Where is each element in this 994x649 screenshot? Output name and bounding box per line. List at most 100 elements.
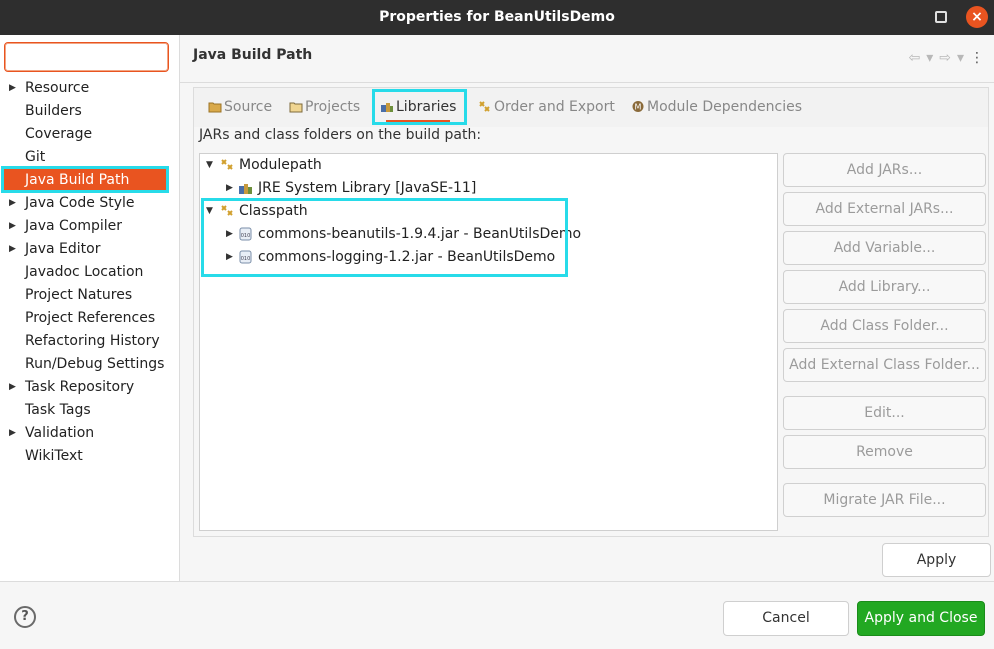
sidebar-item-java-build-path[interactable]: Java Build Path <box>4 169 168 192</box>
expand-arrow-icon[interactable]: ▶ <box>226 246 236 268</box>
sidebar-item-label: Builders <box>25 103 82 119</box>
sidebar-item-label: Task Repository <box>25 379 135 395</box>
expand-arrow-icon[interactable]: ▶ <box>226 177 236 199</box>
tab-label: Projects <box>305 99 361 115</box>
migrate-jar-button[interactable]: Migrate JAR File... <box>783 483 986 517</box>
tree-node-jar[interactable]: ▶ 010 commons-beanutils-1.9.4.jar - Bean… <box>200 223 775 245</box>
sidebar-item-label: Refactoring History <box>25 333 160 349</box>
tree-node-label: JRE System Library [JavaSE-11] <box>258 180 477 196</box>
add-external-jars-button[interactable]: Add External JARs... <box>783 192 986 226</box>
close-button[interactable]: × <box>966 6 988 28</box>
jar-icon: 010 <box>239 227 252 241</box>
tree-node-jar[interactable]: ▶ 010 commons-logging-1.2.jar - BeanUtil… <box>200 246 775 268</box>
forward-menu-chevron-icon[interactable]: ▾ <box>957 50 964 66</box>
edit-button[interactable]: Edit... <box>783 396 986 430</box>
back-menu-chevron-icon[interactable]: ▾ <box>926 50 933 66</box>
svg-text:010: 010 <box>241 256 251 262</box>
sidebar-item-label: Task Tags <box>25 402 91 418</box>
sidebar-item-resource[interactable]: ▶ Resource <box>0 77 180 100</box>
sidebar-item-validation[interactable]: ▶ Validation <box>0 422 180 445</box>
tab-label: Module Dependencies <box>647 99 802 115</box>
expand-arrow-icon[interactable]: ▶ <box>9 376 16 399</box>
sidebar-item-task-tags[interactable]: Task Tags <box>0 399 180 422</box>
sidebar-item-run-debug-settings[interactable]: Run/Debug Settings <box>0 353 180 376</box>
expand-arrow-icon[interactable]: ▶ <box>9 77 16 100</box>
modulepath-icon <box>221 159 233 170</box>
add-library-button[interactable]: Add Library... <box>783 270 986 304</box>
tab-source[interactable]: Source <box>208 93 272 121</box>
apply-button[interactable]: Apply <box>882 543 991 577</box>
sidebar-item-label: Java Build Path <box>25 172 130 188</box>
tab-module-dependencies[interactable]: M Module Dependencies <box>631 93 802 121</box>
collapse-arrow-icon[interactable]: ▼ <box>206 200 216 222</box>
forward-arrow-icon[interactable]: ⇨ <box>939 50 951 66</box>
sidebar-item-label: Resource <box>25 80 90 96</box>
tree-node-classpath[interactable]: ▼ Classpath <box>200 200 775 222</box>
sidebar-item-label: Project Natures <box>25 287 133 303</box>
sidebar-item-git[interactable]: Git <box>0 146 180 169</box>
jar-icon: 010 <box>239 250 252 264</box>
expand-arrow-icon[interactable]: ▶ <box>226 223 236 245</box>
back-arrow-icon[interactable]: ⇦ <box>908 50 920 66</box>
sidebar-item-task-repository[interactable]: ▶ Task Repository <box>0 376 180 399</box>
tab-label: Libraries <box>396 99 457 115</box>
sidebar-item-label: WikiText <box>25 448 83 464</box>
sidebar-item-label: Java Editor <box>25 241 101 257</box>
sidebar-item-label: Java Code Style <box>25 195 135 211</box>
sidebar-item-label: Coverage <box>25 126 93 142</box>
cancel-button[interactable]: Cancel <box>723 601 849 636</box>
tab-order-and-export[interactable]: Order and Export <box>478 93 615 121</box>
sidebar-item-java-compiler[interactable]: ▶ Java Compiler <box>0 215 180 238</box>
maximize-button[interactable] <box>935 11 947 23</box>
filter-input[interactable] <box>4 42 169 72</box>
svg-text:M: M <box>635 103 642 112</box>
module-icon: M <box>632 101 644 112</box>
sidebar-item-label: Java Compiler <box>25 218 123 234</box>
tab-label: Order and Export <box>494 99 615 115</box>
add-variable-button[interactable]: Add Variable... <box>783 231 986 265</box>
sidebar-item-java-editor[interactable]: ▶ Java Editor <box>0 238 180 261</box>
collapse-arrow-icon[interactable]: ▼ <box>206 154 216 176</box>
expand-arrow-icon[interactable]: ▶ <box>9 215 16 238</box>
build-path-caption: JARs and class folders on the build path… <box>199 127 482 143</box>
sidebar-item-refactoring-history[interactable]: Refactoring History <box>0 330 180 353</box>
tab-projects[interactable]: Projects <box>289 93 360 121</box>
sidebar-item-label: Git <box>25 149 46 165</box>
tree-node-label: commons-beanutils-1.9.4.jar - BeanUtilsD… <box>258 226 582 242</box>
history-navigation: ⇦ ▾ ⇨ ▾ ⋮ <box>908 50 984 66</box>
help-icon[interactable]: ? <box>14 606 36 628</box>
libraries-icon <box>381 103 393 112</box>
add-jars-button[interactable]: Add JARs... <box>783 153 986 187</box>
expand-arrow-icon[interactable]: ▶ <box>9 238 16 261</box>
expand-arrow-icon[interactable]: ▶ <box>9 422 16 445</box>
add-class-folder-button[interactable]: Add Class Folder... <box>783 309 986 343</box>
dialog-footer: ? Cancel Apply and Close <box>0 581 994 649</box>
sidebar-item-coverage[interactable]: Coverage <box>0 123 180 146</box>
remove-button[interactable]: Remove <box>783 435 986 469</box>
source-folder-icon <box>208 102 222 113</box>
sidebar-item-wikitext[interactable]: WikiText <box>0 445 180 468</box>
main-content: Source Projects Libraries Order and Expo… <box>180 83 994 581</box>
add-external-class-folder-button[interactable]: Add External Class Folder... <box>783 348 986 382</box>
sidebar-item-java-code-style[interactable]: ▶ Java Code Style <box>0 192 180 215</box>
sidebar-item-builders[interactable]: Builders <box>0 100 180 123</box>
tree-node-modulepath[interactable]: ▼ Modulepath <box>200 154 775 176</box>
apply-and-close-button[interactable]: Apply and Close <box>857 601 985 636</box>
sidebar-item-label: Validation <box>25 425 95 441</box>
svg-text:010: 010 <box>241 233 251 239</box>
tab-libraries[interactable]: Libraries <box>380 93 457 123</box>
sidebar-item-label: Project References <box>25 310 156 326</box>
expand-arrow-icon[interactable]: ▶ <box>9 192 16 215</box>
tree-node-label: Classpath <box>239 203 308 219</box>
sidebar-item-project-natures[interactable]: Project Natures <box>0 284 180 307</box>
tab-label: Source <box>224 99 273 115</box>
build-path-tree[interactable]: ▼ Modulepath ▶ JRE System Library [JavaS… <box>199 153 778 531</box>
sidebar-item-project-references[interactable]: Project References <box>0 307 180 330</box>
jre-library-icon <box>239 184 252 194</box>
sidebar-item-javadoc-location[interactable]: Javadoc Location <box>0 261 180 284</box>
page-title: Java Build Path <box>193 47 313 63</box>
tree-node-jre-system-library[interactable]: ▶ JRE System Library [JavaSE-11] <box>200 177 775 199</box>
view-menu-icon[interactable]: ⋮ <box>970 50 984 66</box>
projects-icon <box>289 102 303 113</box>
preference-tree: ▶ Resource Builders Coverage Git Java Bui… <box>0 77 180 468</box>
